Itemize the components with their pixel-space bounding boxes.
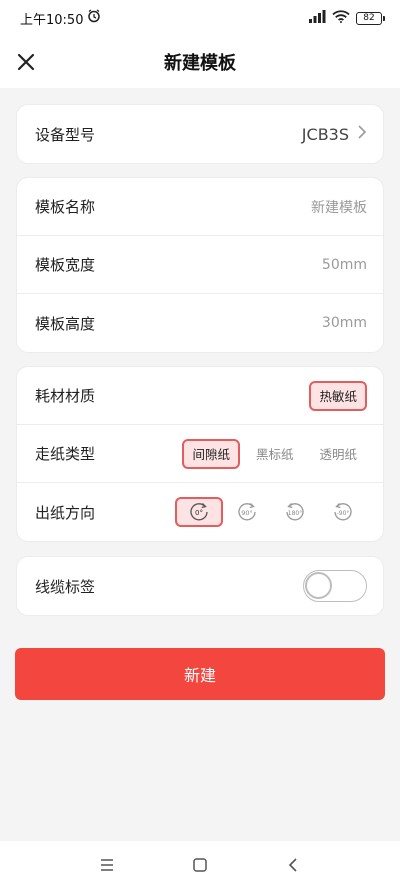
direction-label: 出纸方向 — [35, 503, 96, 522]
device-model-value: JCB3S — [302, 124, 367, 144]
alarm-icon — [87, 9, 101, 27]
cable-label-text: 线缆标签 — [35, 577, 96, 596]
paper-type-group: 间隙纸 黑标纸 透明纸 — [182, 438, 367, 469]
battery-indicator: 82 — [356, 11, 385, 25]
status-right: 82 — [308, 9, 385, 27]
signal-icon — [308, 9, 326, 27]
paper-type-row: 走纸类型 间隙纸 黑标纸 透明纸 — [17, 425, 383, 483]
device-model-row[interactable]: 设备型号 JCB3S — [17, 105, 383, 163]
paper-type-label: 走纸类型 — [35, 445, 96, 463]
template-height-label: 模板高度 — [35, 314, 96, 333]
device-model-text: JCB3S — [301, 124, 349, 144]
direction-minus-90-text: -90° — [337, 510, 350, 517]
menu-icon[interactable] — [87, 845, 127, 885]
template-height-row[interactable]: 模板高度 30mm — [17, 294, 383, 352]
direction-minus-90[interactable]: -90° — [319, 497, 367, 527]
direction-90-text: 90° — [241, 509, 253, 517]
rotate-minus-90-icon: -90° — [334, 503, 352, 521]
create-button[interactable]: 新建 — [15, 648, 385, 700]
template-height-input[interactable]: 30mm — [322, 315, 367, 331]
wifi-icon — [332, 9, 350, 27]
close-icon[interactable] — [10, 46, 42, 78]
device-card: 设备型号 JCB3S — [16, 104, 384, 164]
back-icon[interactable] — [273, 845, 313, 885]
rotate-180-icon: 180° — [286, 503, 304, 521]
direction-180-text: 180° — [288, 510, 302, 517]
template-name-row[interactable]: 模板名称 新建模板 — [17, 178, 383, 236]
material-label: 耗材材质 — [35, 387, 96, 405]
template-width-row[interactable]: 模板宽度 50mm — [17, 236, 383, 294]
direction-row: 出纸方向 0° 90° 180° -90° — [17, 483, 383, 541]
paper-type-transparent[interactable]: 透明纸 — [309, 439, 367, 469]
status-left: 上午10:50 — [20, 9, 101, 28]
status-time: 上午10:50 — [20, 12, 84, 28]
template-card: 模板名称 新建模板 模板宽度 50mm 模板高度 30mm — [16, 177, 384, 353]
direction-90[interactable]: 90° — [223, 497, 271, 527]
material-chip-thermal[interactable]: 热敏纸 — [309, 380, 367, 411]
paper-type-gap[interactable]: 间隙纸 — [182, 438, 240, 469]
direction-0-text: 0° — [195, 509, 203, 517]
toggle-knob — [305, 572, 332, 599]
device-model-label: 设备型号 — [35, 125, 96, 144]
status-bar: 上午10:50 82 — [0, 0, 400, 36]
cable-label-toggle[interactable] — [303, 570, 367, 602]
template-width-input[interactable]: 50mm — [322, 257, 367, 273]
direction-0[interactable]: 0° — [175, 497, 223, 527]
cable-card: 线缆标签 — [16, 556, 384, 616]
home-icon[interactable] — [180, 845, 220, 885]
template-name-label: 模板名称 — [35, 198, 96, 216]
paper-type-blackmark[interactable]: 黑标纸 — [246, 439, 304, 469]
template-name-input[interactable]: 新建模板 — [311, 197, 367, 217]
cable-label-row: 线缆标签 — [17, 557, 383, 615]
direction-180[interactable]: 180° — [271, 497, 319, 527]
material-row: 耗材材质 热敏纸 — [17, 367, 383, 425]
rotate-90-icon: 90° — [238, 503, 256, 521]
paper-card: 耗材材质 热敏纸 走纸类型 间隙纸 黑标纸 透明纸 出纸方向 0° 90° 18… — [16, 366, 384, 542]
system-nav-bar — [0, 841, 400, 889]
nav-bar: 新建模板 — [0, 36, 400, 88]
template-width-label: 模板宽度 — [35, 256, 96, 274]
page-title: 新建模板 — [164, 53, 236, 74]
direction-group: 0° 90° 180° -90° — [175, 497, 367, 527]
rotate-0-icon: 0° — [190, 503, 208, 521]
chevron-right-icon — [357, 124, 367, 144]
